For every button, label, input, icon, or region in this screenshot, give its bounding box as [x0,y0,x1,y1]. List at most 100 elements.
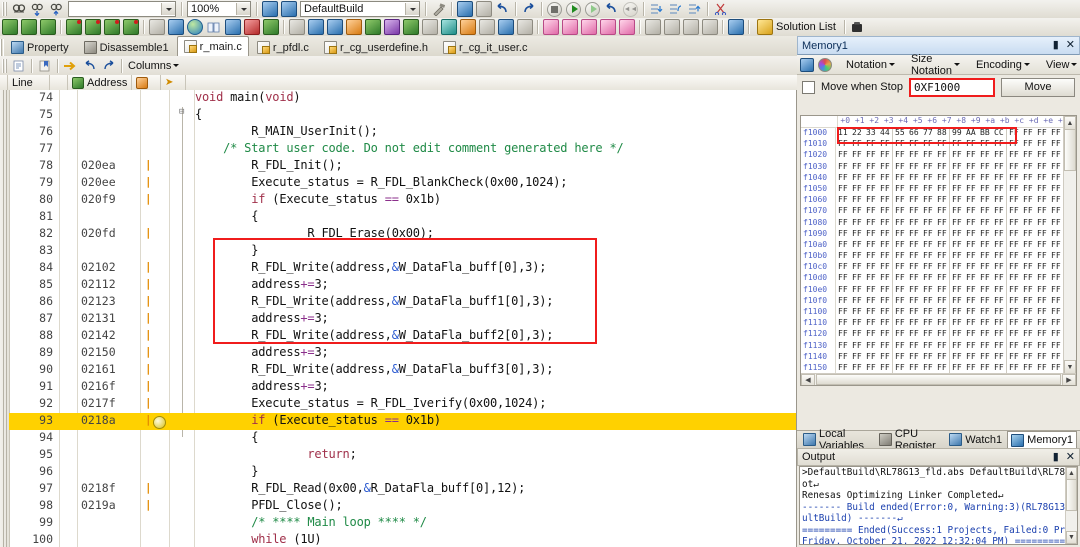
breakpoint-marker-icon[interactable]: | [145,362,165,375]
tab-r-pfdl-c[interactable]: r_pfdl.c [250,38,316,56]
memory-byte[interactable]: FF [921,328,935,339]
memory-byte[interactable]: FF [978,340,992,351]
memory-byte[interactable]: FF [907,261,921,272]
memory-byte[interactable]: FF [878,160,893,172]
output-text-area[interactable]: >DefaultBuild\RL78G13_fld.abs DefaultBui… [799,466,1078,545]
tooltip2-icon[interactable] [682,19,699,35]
memory-byte[interactable]: FF [992,339,1007,351]
memory-byte[interactable]: FF [992,238,1007,251]
memory-byte[interactable]: FF [1035,306,1049,317]
memory-byte[interactable]: FF [935,339,950,351]
breakpoint-marker-icon[interactable]: | [145,328,165,341]
memory-byte[interactable]: FF [950,261,964,272]
memory-byte[interactable]: FF [1035,351,1049,362]
memory-row[interactable]: f10a0 FF FF FF FF FF FF FF FF FF FF FF FF FF FF FF FF [801,238,1064,251]
memory-byte[interactable]: FF [1049,160,1064,172]
memory-byte[interactable]: FF [1049,250,1064,262]
code-line[interactable]: 78 020ea | R_FDL_Init(); [9,158,796,175]
tab-r-main-c[interactable]: r_main.c [176,36,249,56]
memory-byte[interactable]: FF [935,361,950,374]
memory-byte[interactable]: FF [907,340,921,351]
memory-byte[interactable]: FF [1007,138,1021,149]
memory-byte[interactable]: FF [893,239,907,250]
memory-byte[interactable]: FF [850,239,864,250]
memory-byte[interactable]: FF [935,149,950,161]
memory-byte[interactable]: FF [864,362,878,373]
memory-byte[interactable]: FF [950,194,964,205]
memory-row[interactable]: f1050 FF FF FF FF FF FF FF FF FF FF FF FF FF FF FF FF [801,182,1064,195]
memory-byte[interactable]: FF [893,340,907,351]
breakpoint-marker-icon[interactable]: | [145,311,165,324]
memory-byte[interactable]: FF [992,227,1007,239]
memory-byte[interactable]: FF [950,149,964,160]
stop-icon[interactable] [546,1,563,17]
memory-byte[interactable]: FF [1049,216,1064,228]
memory-byte[interactable]: FF [964,362,978,373]
balloon-icon[interactable] [542,19,559,35]
memory-row[interactable]: f1010 FF FF FF FF FF FF FF FF FF FF FF FF FF FF FF FF [801,138,1064,150]
memory-byte[interactable]: FF [850,306,864,317]
memory-byte[interactable]: FF [864,172,878,183]
step-out-icon[interactable] [686,1,703,17]
memory-byte[interactable]: FF [907,172,921,183]
memory-byte[interactable]: FF [907,205,921,216]
memory-byte[interactable]: FF [964,261,978,272]
memory-byte[interactable]: FF [893,284,907,295]
breakpoint-red1-icon[interactable] [65,19,82,35]
memory-byte[interactable]: FF [964,340,978,351]
memory-byte[interactable]: FF [864,272,878,283]
memory-byte[interactable]: FF [878,306,893,318]
memory-byte[interactable]: FF [1021,317,1035,328]
memory-icon[interactable] [288,19,305,35]
output-vertical-scrollbar[interactable]: ▲ ▼ [1065,467,1077,544]
memory-byte[interactable]: FF [1035,272,1049,283]
breakpoint-marker-icon[interactable]: | [145,158,165,171]
memory-byte[interactable]: FF [1035,161,1049,172]
memory-byte[interactable]: FF [935,238,950,251]
memory-byte[interactable]: FF [878,149,893,161]
memory-byte[interactable]: FF [1035,362,1049,373]
memory-row[interactable]: f1020 FF FF FF FF FF FF FF FF FF FF FF FF FF FF FF FF [801,149,1064,161]
memory-byte[interactable]: FF [907,328,921,339]
memory-byte[interactable]: FF [1049,171,1064,183]
memory-byte[interactable]: FF [978,317,992,328]
memory-byte[interactable]: FF [978,172,992,183]
breakpoint-marker-icon[interactable]: | [145,345,165,358]
memory-byte[interactable]: FF [893,250,907,261]
memory-byte[interactable]: FF [893,149,907,160]
tab-r-cg-it-user-c[interactable]: r_cg_it_user.c [436,38,534,56]
memory-byte[interactable]: FF [964,295,978,306]
memory-byte[interactable]: FF [950,306,964,317]
memory-byte[interactable]: FF [1007,340,1021,351]
memory-byte[interactable]: FF [1035,295,1049,306]
memory-byte[interactable]: FF [964,205,978,216]
memory-byte[interactable]: FF [950,217,964,228]
memory-byte[interactable]: FF [836,351,850,362]
memory-byte[interactable]: FF [921,362,935,373]
memory-byte[interactable]: FF [878,182,893,195]
memory-byte[interactable]: FF [992,182,1007,195]
balloon2-icon[interactable] [561,19,578,35]
memory-byte[interactable]: FF [836,172,850,183]
phone-icon[interactable] [849,19,866,35]
step-run-icon[interactable] [584,1,601,17]
memory-byte[interactable]: FF [1049,339,1064,351]
memory-byte[interactable]: FF [921,205,935,216]
memory-byte[interactable]: FF [907,306,921,317]
breakpoint-red2-icon[interactable] [84,19,101,35]
memory-byte[interactable]: FF [1049,328,1064,340]
code-line[interactable]: 97 0218f | R_FDL_Read(0x00,&R_DataFla_buff… [9,481,796,498]
memory-byte[interactable]: FF [921,194,935,205]
memory-byte[interactable]: FF [964,239,978,250]
memory-byte[interactable]: FF [1007,295,1021,306]
memory-byte[interactable]: FF [1035,284,1049,295]
memory-byte[interactable]: AA [964,127,978,138]
memory-byte[interactable]: FF [950,183,964,194]
memory-byte[interactable]: FF [964,328,978,339]
memory-byte[interactable]: FF [1035,317,1049,328]
memory-byte[interactable]: FF [992,250,1007,262]
editor-toolbar-grip[interactable] [2,58,7,73]
memory-byte[interactable]: FF [1035,127,1049,138]
build-icon[interactable] [261,1,278,17]
memory-byte[interactable]: FF [907,239,921,250]
